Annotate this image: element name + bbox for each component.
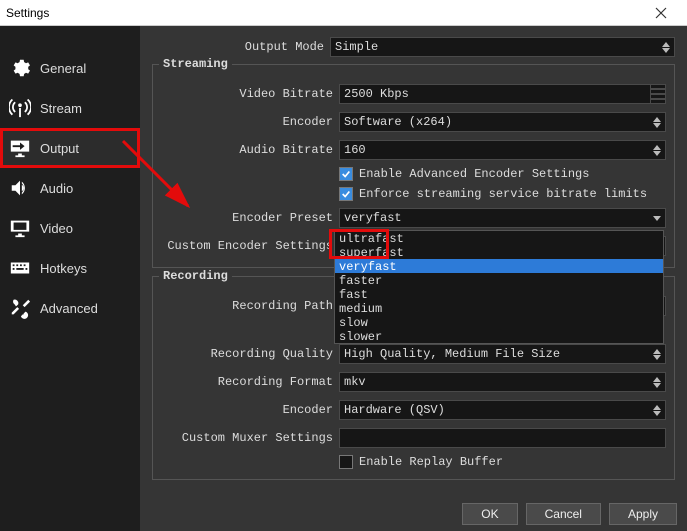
ok-button[interactable]: OK [462,503,517,525]
sidebar-item-label: Video [40,221,73,236]
video-bitrate-input[interactable]: 2500 Kbps [339,84,666,104]
sidebar-item-audio[interactable]: Audio [0,168,140,208]
replay-buffer-label: Enable Replay Buffer [359,455,503,469]
combo-arrows-icon [650,114,664,130]
enable-advanced-label: Enable Advanced Encoder Settings [359,167,589,181]
cancel-button[interactable]: Cancel [526,503,601,525]
encoder-preset-combo[interactable]: veryfast [339,208,666,228]
sidebar-item-stream[interactable]: Stream [0,88,140,128]
recording-quality-label: Recording Quality [161,347,333,361]
preset-option-veryfast[interactable]: veryfast [335,259,663,273]
output-mode-value: Simple [335,40,378,54]
sidebar-item-label: Output [40,141,79,156]
dialog-buttons: OK Cancel Apply [462,503,677,525]
custom-muxer-input[interactable] [339,428,666,448]
monitor-icon [8,216,32,240]
audio-bitrate-combo[interactable]: 160 [339,140,666,160]
recording-format-label: Recording Format [161,375,333,389]
sidebar-item-label: Stream [40,101,82,116]
sidebar-item-label: General [40,61,86,76]
sidebar-item-label: Advanced [40,301,98,316]
encoder-preset-dropdown[interactable]: ultrafast superfast veryfast faster fast… [334,230,664,344]
encoder-value: Software (x264) [344,115,452,129]
audio-bitrate-value: 160 [344,143,366,157]
recording-quality-combo[interactable]: High Quality, Medium File Size [339,344,666,364]
audio-bitrate-label: Audio Bitrate [161,143,333,157]
recording-format-combo[interactable]: mkv [339,372,666,392]
enforce-limits-label: Enforce streaming service bitrate limits [359,187,647,201]
recording-encoder-combo[interactable]: Hardware (QSV) [339,400,666,420]
preset-option-faster[interactable]: faster [335,273,663,287]
combo-arrows-icon [650,374,664,390]
encoder-preset-value: veryfast [344,211,402,225]
video-bitrate-label: Video Bitrate [161,87,333,101]
output-mode-label: Output Mode [152,40,324,54]
recording-path-label: Recording Path [161,299,333,313]
monitor-arrow-icon [8,136,32,160]
enforce-limits-checkbox[interactable] [339,187,353,201]
video-bitrate-spinner[interactable] [650,84,666,104]
custom-muxer-label: Custom Muxer Settings [161,431,333,445]
streaming-legend: Streaming [159,57,232,71]
recording-legend: Recording [159,269,232,283]
sidebar-item-video[interactable]: Video [0,208,140,248]
sidebar-item-advanced[interactable]: Advanced [0,288,140,328]
replay-buffer-checkbox[interactable] [339,455,353,469]
tools-icon [8,296,32,320]
preset-option-slower[interactable]: slower [335,329,663,343]
recording-quality-value: High Quality, Medium File Size [344,347,560,361]
recording-encoder-label: Encoder [161,403,333,417]
combo-arrows-icon [650,346,664,362]
sidebar-item-output[interactable]: Output [0,128,140,168]
combo-arrows-icon [650,210,664,226]
titlebar: Settings [0,0,687,26]
sidebar: General Stream Output Audio Video Hotkey… [0,26,140,531]
sidebar-item-label: Audio [40,181,73,196]
gear-icon [8,56,32,80]
video-bitrate-value: 2500 Kbps [344,87,409,101]
preset-option-ultrafast[interactable]: ultrafast [335,231,663,245]
speaker-icon [8,176,32,200]
enable-advanced-checkbox[interactable] [339,167,353,181]
keyboard-icon [8,256,32,280]
window-close-button[interactable] [641,0,681,26]
encoder-combo[interactable]: Software (x264) [339,112,666,132]
output-mode-combo[interactable]: Simple [330,37,675,57]
preset-option-fast[interactable]: fast [335,287,663,301]
encoder-preset-label: Encoder Preset [161,211,333,225]
combo-arrows-icon [650,142,664,158]
combo-arrows-icon [659,39,673,55]
recording-format-value: mkv [344,375,366,389]
window-title: Settings [6,6,49,20]
preset-option-medium[interactable]: medium [335,301,663,315]
sidebar-item-hotkeys[interactable]: Hotkeys [0,248,140,288]
sidebar-item-general[interactable]: General [0,48,140,88]
sidebar-item-label: Hotkeys [40,261,87,276]
encoder-label: Encoder [161,115,333,129]
preset-option-slow[interactable]: slow [335,315,663,329]
recording-encoder-value: Hardware (QSV) [344,403,445,417]
combo-arrows-icon [650,402,664,418]
apply-button[interactable]: Apply [609,503,677,525]
custom-encoder-label: Custom Encoder Settings [161,239,333,253]
antenna-icon [8,96,32,120]
preset-option-superfast[interactable]: superfast [335,245,663,259]
